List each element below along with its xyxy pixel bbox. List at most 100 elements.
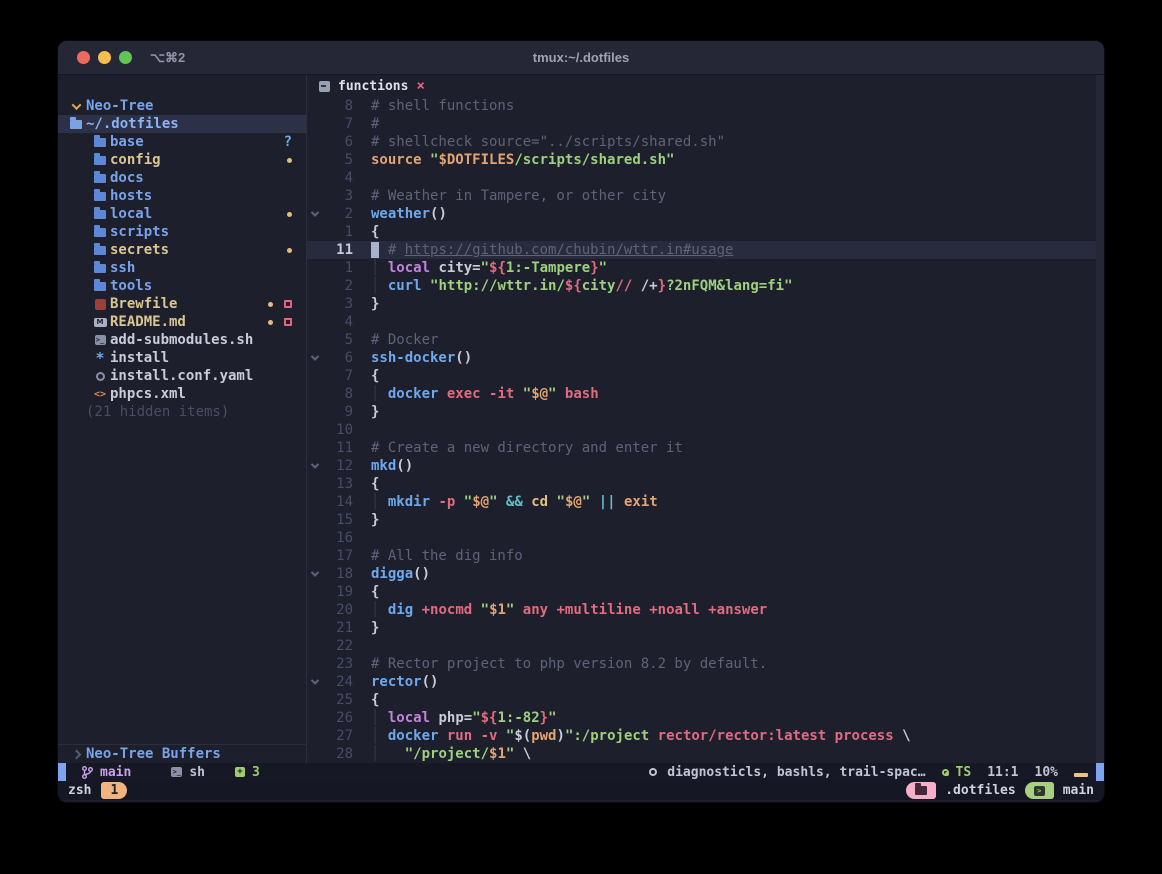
code-line[interactable]: 21} bbox=[307, 619, 1096, 637]
fold-marker[interactable] bbox=[307, 457, 323, 475]
code-text: │ mkdir -p "$@" && cd "$@" || exit bbox=[353, 493, 658, 511]
terminal-icon: > bbox=[1034, 786, 1045, 796]
shell-script-icon: >_ bbox=[95, 335, 106, 345]
code-line[interactable]: 7# bbox=[307, 115, 1096, 133]
fold-marker[interactable] bbox=[307, 349, 323, 367]
tree-item-phpcs.xml[interactable]: <>phpcs.xml bbox=[58, 385, 306, 403]
fold-marker[interactable] bbox=[307, 565, 323, 583]
code-line[interactable]: 27│ docker run -v "$(pwd)":/project rect… bbox=[307, 727, 1096, 745]
fold-chevron-icon bbox=[311, 676, 319, 684]
code-line[interactable]: 13{ bbox=[307, 475, 1096, 493]
tree-item-ssh[interactable]: ssh bbox=[58, 259, 306, 277]
tree-item-readme.md[interactable]: MREADME.md bbox=[58, 313, 306, 331]
tree-item-brewfile[interactable]: Brewfile bbox=[58, 295, 306, 313]
code-line[interactable]: 19{ bbox=[307, 583, 1096, 601]
git-added-section: + 3 bbox=[235, 765, 260, 780]
code-line[interactable]: 8│ docker exec -it "$@" bash bbox=[307, 385, 1096, 403]
code-line[interactable]: 3} bbox=[307, 295, 1096, 313]
tree-item-tools[interactable]: tools bbox=[58, 277, 306, 295]
code-line[interactable]: 3# Weather in Tampere, or other city bbox=[307, 187, 1096, 205]
code-text: │ curl "http://wttr.in/${city// /+}?2nFQ… bbox=[353, 277, 793, 295]
tree-item-local[interactable]: local bbox=[58, 205, 306, 223]
tree-item-label: base bbox=[110, 134, 144, 150]
buffer-tab-functions[interactable]: functions bbox=[338, 79, 408, 94]
code-text: # Docker bbox=[353, 331, 438, 349]
diff-added-icon: + bbox=[235, 767, 245, 777]
tree-item-scripts[interactable]: scripts bbox=[58, 223, 306, 241]
fold-column bbox=[307, 367, 323, 385]
tree-item-label: docs bbox=[110, 170, 144, 186]
title-bar: ⌥⌘2 tmux:~/.dotfiles bbox=[58, 41, 1104, 75]
code-line[interactable]: 1│ local city="${1:-Tampere}" bbox=[307, 259, 1096, 277]
code-line[interactable]: 6ssh-docker() bbox=[307, 349, 1096, 367]
code-line[interactable]: 16 bbox=[307, 529, 1096, 547]
code-line[interactable]: 11# Create a new directory and enter it bbox=[307, 439, 1096, 457]
line-number: 2 bbox=[323, 205, 353, 223]
yaml-gear-icon bbox=[96, 372, 105, 381]
code-line[interactable]: 17# All the dig info bbox=[307, 547, 1096, 565]
code-line[interactable]: 4 bbox=[307, 313, 1096, 331]
fold-column bbox=[307, 169, 323, 187]
fold-column bbox=[307, 97, 323, 115]
code-line[interactable]: 1{ bbox=[307, 223, 1096, 241]
minimize-window-button[interactable] bbox=[98, 51, 111, 64]
tree-item-label: tools bbox=[110, 278, 152, 294]
code-line[interactable]: 28│ "/project/$1" \ bbox=[307, 745, 1096, 763]
tree-item-base[interactable]: base? bbox=[58, 133, 306, 151]
code-line[interactable]: 5# Docker bbox=[307, 331, 1096, 349]
code-line[interactable]: 9} bbox=[307, 403, 1096, 421]
code-line[interactable]: 7{ bbox=[307, 367, 1096, 385]
line-number: 8 bbox=[323, 97, 353, 115]
fold-marker[interactable] bbox=[307, 205, 323, 223]
tmux-session-branch: main bbox=[1063, 783, 1094, 798]
tree-item-label: secrets bbox=[110, 242, 169, 258]
tree-item-install.conf.yaml[interactable]: install.conf.yaml bbox=[58, 367, 306, 385]
tree-item-docs[interactable]: docs bbox=[58, 169, 306, 187]
code-line[interactable]: 26│ local php="${1:-82}" bbox=[307, 709, 1096, 727]
fold-marker[interactable] bbox=[307, 673, 323, 691]
treesitter-section: TS bbox=[942, 765, 972, 780]
filetype-label: sh bbox=[189, 765, 205, 780]
mode-indicator-block bbox=[58, 763, 66, 781]
line-number: 8 bbox=[323, 385, 353, 403]
code-text: │ local php="${1:-82}" bbox=[353, 709, 557, 727]
git-modified-dot-badge bbox=[268, 302, 273, 307]
code-line[interactable]: 4 bbox=[307, 169, 1096, 187]
code-line[interactable]: 20│ dig +nocmd "$1" any +multiline +noal… bbox=[307, 601, 1096, 619]
tree-item-add-submodules.sh[interactable]: >_add-submodules.sh bbox=[58, 331, 306, 349]
code-line[interactable]: 2│ curl "http://wttr.in/${city// /+}?2nF… bbox=[307, 277, 1096, 295]
line-number: 24 bbox=[323, 673, 353, 691]
close-buffer-icon[interactable]: × bbox=[416, 78, 424, 94]
tree-item-config[interactable]: config bbox=[58, 151, 306, 169]
code-line[interactable]: 15} bbox=[307, 511, 1096, 529]
close-window-button[interactable] bbox=[77, 51, 90, 64]
code-line-current[interactable]: 11 # https://github.com/chubin/wttr.in#u… bbox=[307, 241, 1096, 259]
code-line[interactable]: 10 bbox=[307, 421, 1096, 439]
code-line[interactable]: 5source "$DOTFILES/scripts/shared.sh" bbox=[307, 151, 1096, 169]
code-line[interactable]: 25{ bbox=[307, 691, 1096, 709]
code-line[interactable]: 22 bbox=[307, 637, 1096, 655]
code-line[interactable]: 12mkd() bbox=[307, 457, 1096, 475]
code-line[interactable]: 14│ mkdir -p "$@" && cd "$@" || exit bbox=[307, 493, 1096, 511]
code-line[interactable]: 18digga() bbox=[307, 565, 1096, 583]
code-line[interactable]: 6# shellcheck source="../scripts/shared.… bbox=[307, 133, 1096, 151]
git-branch-section: main bbox=[82, 765, 131, 780]
tmux-window-index-badge[interactable]: 1 bbox=[101, 782, 127, 799]
tree-item-secrets[interactable]: secrets bbox=[58, 241, 306, 259]
code-line[interactable]: 24rector() bbox=[307, 673, 1096, 691]
code-line[interactable]: 2weather() bbox=[307, 205, 1096, 223]
code-line[interactable]: 8# shell functions bbox=[307, 97, 1096, 115]
code-buffer[interactable]: 8# shell functions7#6# shellcheck source… bbox=[307, 97, 1096, 763]
tree-item-hosts[interactable]: hosts bbox=[58, 187, 306, 205]
statusline: main >_ sh + 3 diagnosticls, bashls, tra… bbox=[58, 763, 1104, 781]
tree-item--.dotfiles[interactable]: ~/.dotfiles bbox=[58, 115, 306, 133]
code-text: mkd() bbox=[353, 457, 413, 475]
neotree-buffers-section[interactable]: Neo-Tree Buffers bbox=[58, 745, 306, 763]
treesitter-icon bbox=[942, 769, 949, 776]
code-line[interactable]: 23# Rector project to php version 8.2 by… bbox=[307, 655, 1096, 673]
zoom-window-button[interactable] bbox=[119, 51, 132, 64]
line-number: 6 bbox=[323, 133, 353, 151]
tmux-branch-badge: > bbox=[1025, 782, 1054, 799]
tree-item-install[interactable]: *install bbox=[58, 349, 306, 367]
scrollbar-thumb[interactable] bbox=[1096, 763, 1104, 781]
